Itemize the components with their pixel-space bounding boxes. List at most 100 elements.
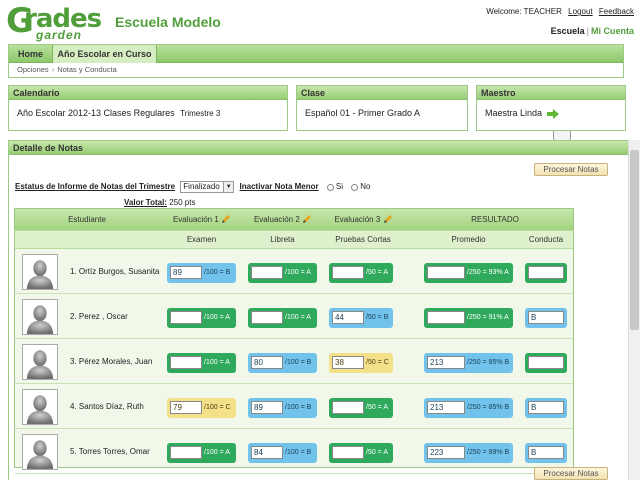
examen-input[interactable]: 95	[170, 356, 202, 369]
tab-home[interactable]: Home	[9, 45, 53, 63]
maestro-panel: Maestro Maestra Linda	[476, 85, 626, 131]
student-avatar	[22, 299, 58, 335]
clase-text: Español 01 - Primer Grado A	[305, 108, 421, 118]
conducta-input[interactable]: B	[528, 401, 564, 414]
chevron-right-icon: ›	[51, 65, 55, 74]
pruebas-input[interactable]: 38	[332, 356, 364, 369]
radio-no[interactable]	[351, 183, 359, 191]
conducta-input[interactable]: A	[528, 356, 564, 369]
student-name: 2. Perez , Oscar	[70, 312, 128, 321]
examen-input[interactable]: 89	[170, 266, 202, 279]
radio-si[interactable]	[326, 183, 334, 191]
promedio-input[interactable]: 228	[427, 311, 465, 324]
arrow-right-icon[interactable]	[546, 108, 559, 119]
libreta-input[interactable]: 80	[251, 356, 283, 369]
libreta-input[interactable]: 84	[251, 446, 283, 459]
examen-cell: 79/100 = C	[167, 398, 236, 418]
header-libreta: Libreta	[270, 235, 295, 244]
detalle-title: Detalle de Notas	[9, 141, 631, 155]
main-nav: Home Año Escolar en Curso Opciones › Notas…	[8, 44, 624, 78]
pruebas-cell: 45/50 = A	[329, 263, 393, 283]
feedback-link[interactable]: Feedback	[599, 7, 634, 16]
promedio-result: /250 = 91% A	[467, 314, 509, 321]
inactivar-label: Inactivar Nota Menor	[239, 182, 319, 192]
pruebas-input[interactable]: 45	[332, 401, 364, 414]
conducta-input[interactable]: B	[528, 311, 564, 324]
libreta-input[interactable]: 89	[251, 401, 283, 414]
header-eval3-label: Evaluación 3	[334, 215, 381, 224]
table-header-main: Estudiante Evaluación 1 Evaluación 2 Eva…	[15, 209, 573, 230]
crumb-notas[interactable]: Notas y Conducta	[57, 65, 117, 74]
table-row: 3. Pérez Morales, Juan 95/100 = A 80/100 =…	[15, 340, 573, 384]
examen-input[interactable]: 79	[170, 401, 202, 414]
clase-panel: Clase Español 01 - Primer Grado A	[296, 85, 468, 131]
pruebas-input[interactable]: 44	[332, 311, 364, 324]
scroll-thumb[interactable]	[630, 150, 639, 330]
libreta-input[interactable]: 94	[251, 311, 283, 324]
pencil-icon[interactable]	[383, 215, 392, 224]
user-silhouette-icon	[26, 395, 54, 424]
conducta-input[interactable]: A	[528, 266, 564, 279]
page-scrollbar[interactable]	[628, 140, 640, 480]
valor-label: Valor Total:	[124, 198, 167, 207]
pruebas-input[interactable]: 47	[332, 446, 364, 459]
welcome-text: Welcome: TEACHER	[486, 7, 562, 16]
student-avatar	[22, 344, 58, 380]
pencil-icon[interactable]	[221, 215, 231, 224]
student-name: 5. Torres Torres, Omar	[70, 447, 150, 456]
promedio-input[interactable]: 213	[427, 356, 465, 369]
examen-input[interactable]: 92	[170, 446, 202, 459]
libreta-input[interactable]: 98	[251, 266, 283, 279]
crumb-opciones[interactable]: Opciones	[17, 65, 49, 74]
valor-value: 250 pts	[169, 198, 196, 207]
header-estudiante: Estudiante	[68, 215, 106, 224]
header-eval3[interactable]: Evaluación 3	[327, 215, 399, 224]
promedio-input[interactable]: 213	[427, 401, 465, 414]
logo-garden: garden	[36, 28, 83, 42]
tab-bar: Home Año Escolar en Curso	[9, 45, 623, 63]
maestro-name: Maestra Linda	[485, 108, 543, 118]
promedio-input[interactable]: 223	[427, 446, 465, 459]
procesar-notas-button-bottom[interactable]: Procesar Notas	[534, 467, 608, 480]
table-row: 1. Ortíz Burgos, Susanita 89/100 = B 98/10…	[15, 250, 573, 294]
examen-result: /100 = B	[204, 269, 231, 276]
grades-garden-logo[interactable]: G rades garden	[6, 4, 106, 44]
pruebas-cell: 38/50 = C	[329, 353, 393, 373]
promedio-input[interactable]: 232	[427, 266, 465, 279]
tab-ano-escolar[interactable]: Año Escolar en Curso	[53, 45, 157, 63]
chevron-down-icon: ▼	[223, 182, 234, 192]
logout-link[interactable]: Logout	[568, 7, 592, 16]
promedio-cell: 232/250 = 93% A	[424, 263, 513, 283]
conducta-input[interactable]: B	[528, 446, 564, 459]
pruebas-result: /50 = C	[366, 359, 389, 366]
pencil-icon[interactable]	[302, 215, 312, 224]
table-row: 4. Santos Díaz, Ruth 79/100 = C 89/100 = B…	[15, 385, 573, 429]
table-header-sub: Examen Libreta Pruebas Cortas Promedio C…	[15, 230, 573, 249]
header-eval2-label: Evaluación 2	[253, 215, 300, 224]
libreta-result: /100 = A	[285, 314, 311, 321]
status-row: Estatus de Informe de Notas del Trimestr…	[15, 181, 370, 193]
header-pruebas: Pruebas Cortas	[335, 235, 391, 244]
header-eval1[interactable]: Evaluación 1	[167, 215, 236, 224]
calendario-panel: Calendario Año Escolar 2012-13 Clases Re…	[8, 85, 288, 131]
promedio-result: /250 = 85% B	[467, 359, 510, 366]
mi-cuenta-link[interactable]: Mi Cuenta	[591, 26, 634, 36]
examen-input[interactable]: 90	[170, 311, 202, 324]
procesar-notas-button[interactable]: Procesar Notas	[534, 163, 608, 176]
user-silhouette-icon	[26, 440, 54, 469]
pruebas-cell: 45/50 = A	[329, 398, 393, 418]
top-links: Welcome: TEACHER Logout Feedback	[482, 7, 634, 16]
status-select[interactable]: Finalizado ▼	[180, 181, 235, 193]
header-promedio: Promedio	[451, 235, 486, 244]
libreta-result: /100 = B	[285, 359, 312, 366]
promedio-cell: 223/250 = 89% B	[424, 443, 513, 463]
status-select-value: Finalizado	[183, 182, 220, 191]
pruebas-result: /50 = A	[366, 269, 388, 276]
promedio-cell: 213/250 = 85% B	[424, 398, 513, 418]
escuela-link[interactable]: Escuela	[551, 26, 585, 36]
header-conducta: Conducta	[528, 235, 564, 244]
pruebas-input[interactable]: 45	[332, 266, 364, 279]
header-eval2[interactable]: Evaluación 2	[248, 215, 317, 224]
examen-cell: 92/100 = A	[167, 443, 236, 463]
examen-cell: 90/100 = A	[167, 308, 236, 328]
